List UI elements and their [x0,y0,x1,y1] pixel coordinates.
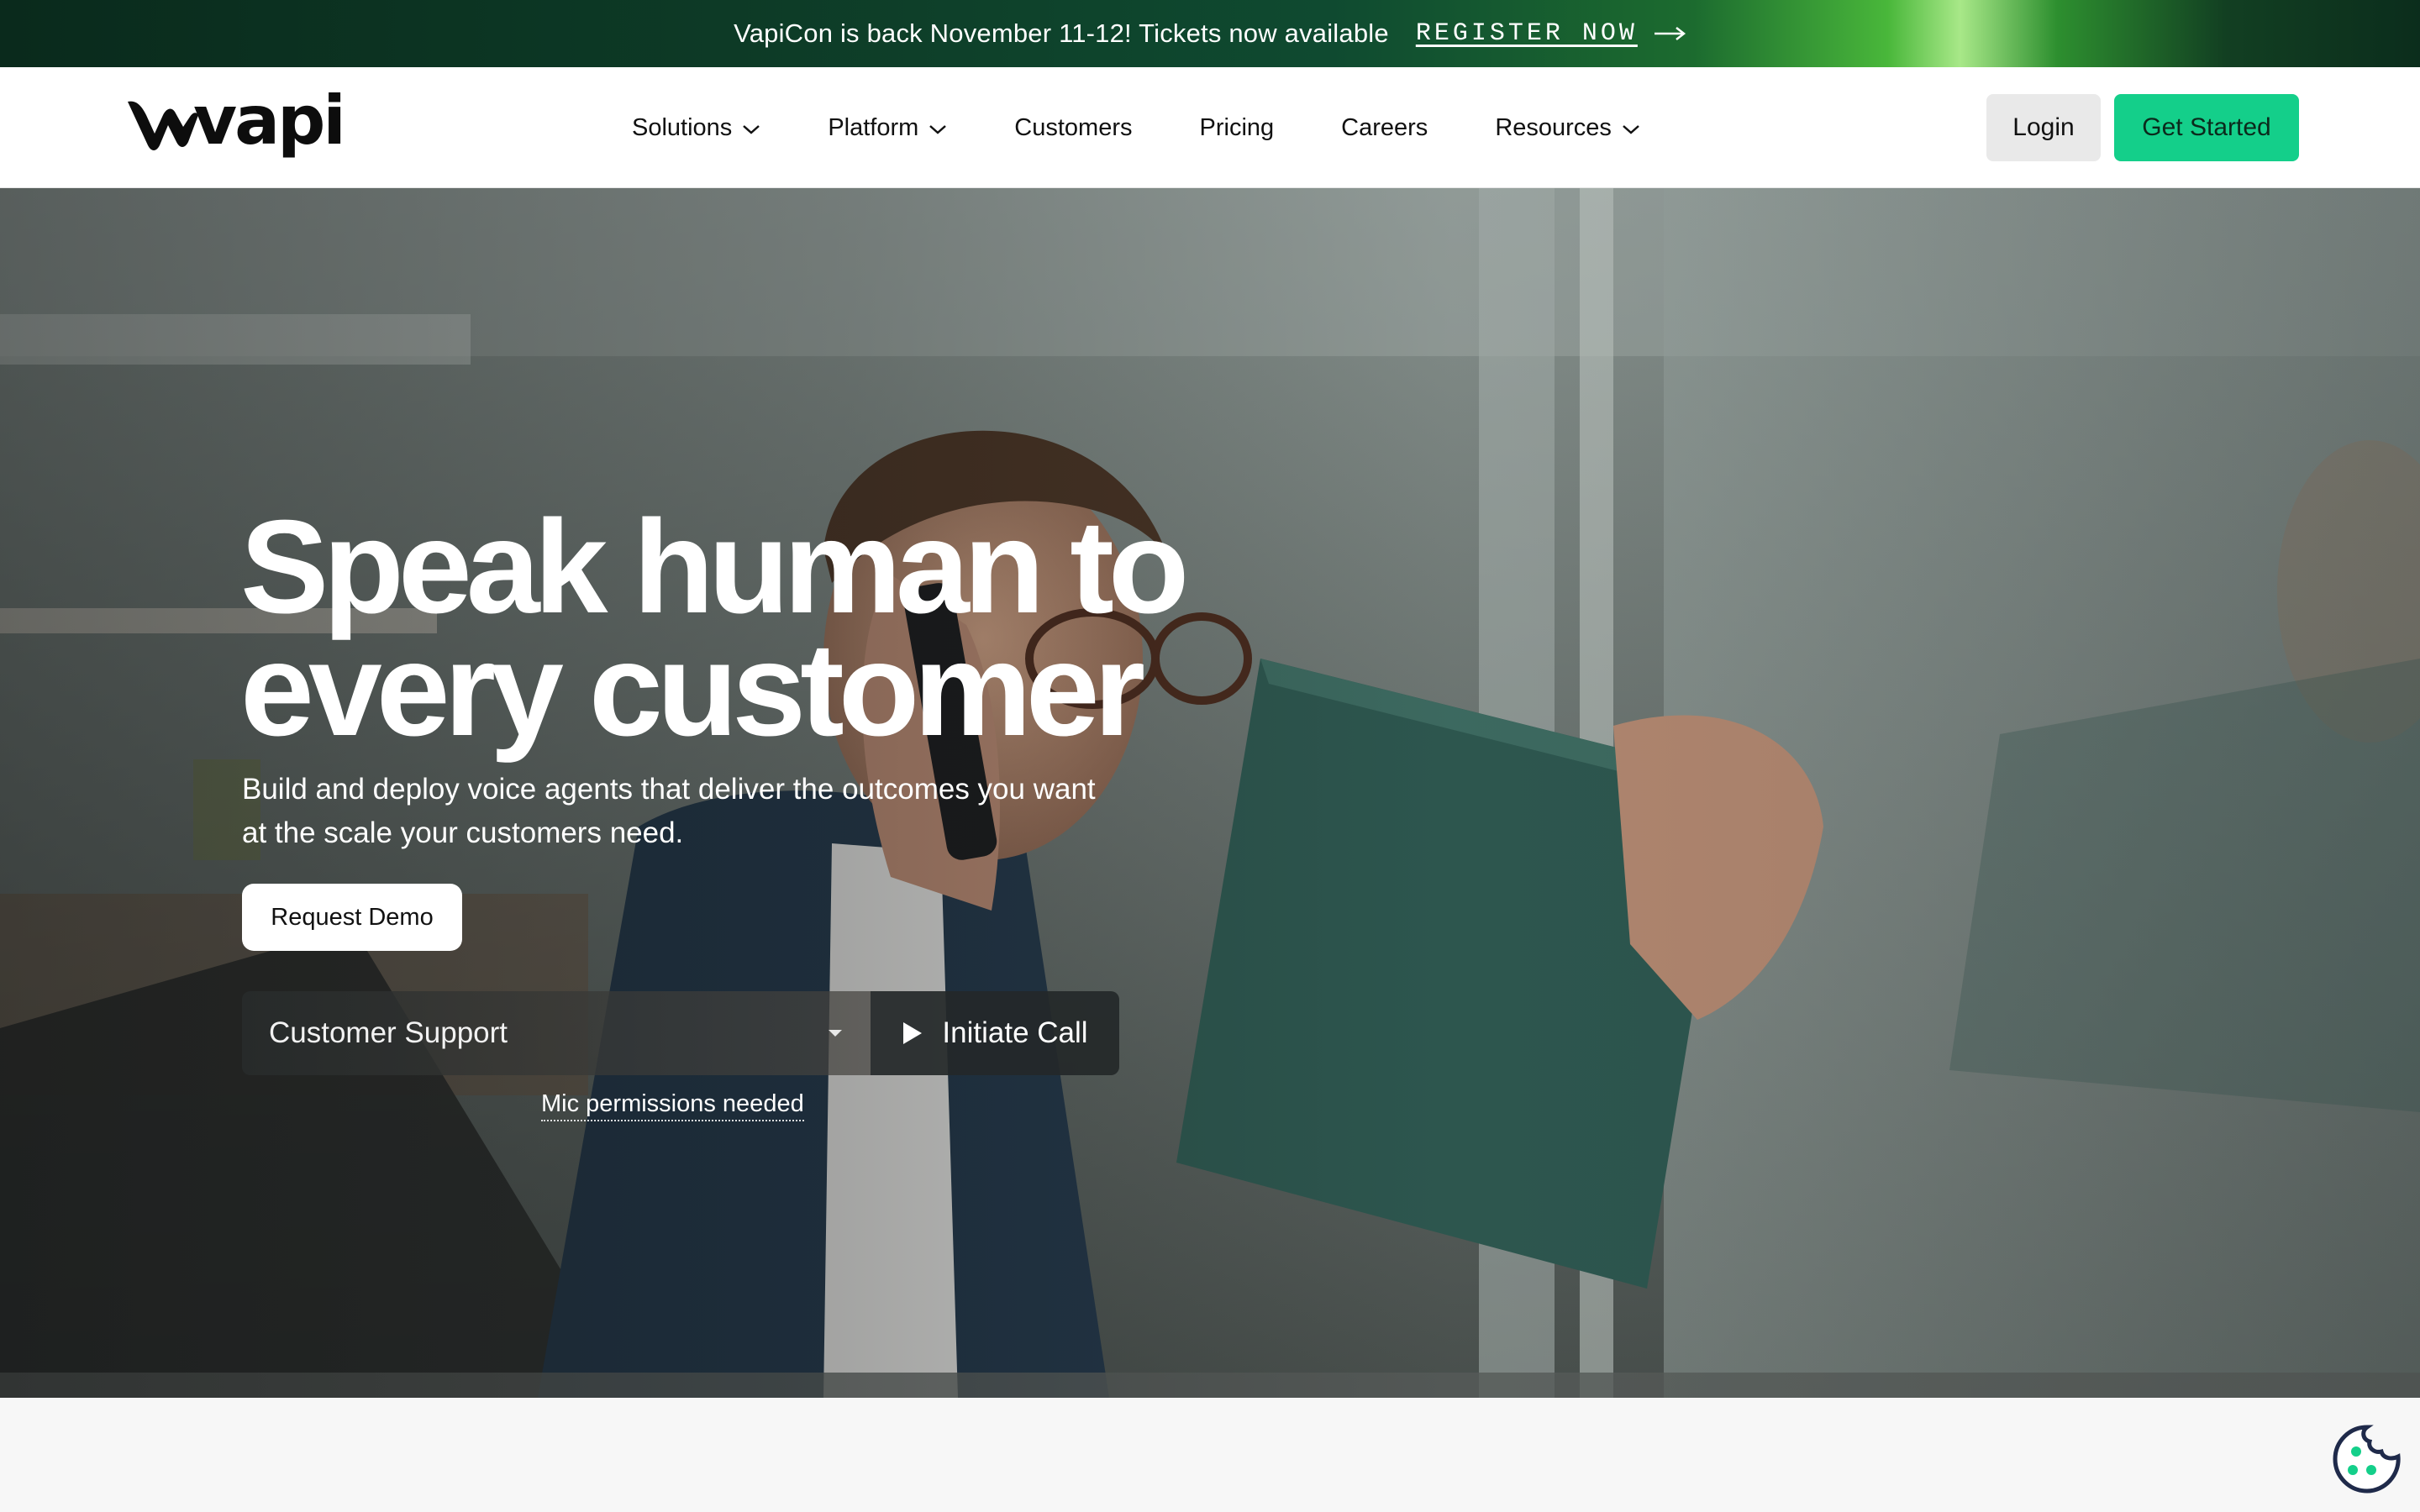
nav-platform[interactable]: Platform [828,114,947,142]
get-started-button[interactable]: Get Started [2114,94,2299,161]
register-now-label: REGISTER NOW [1415,19,1638,48]
initiate-call-label: Initiate Call [942,1016,1088,1049]
mic-permissions-link[interactable]: Mic permissions needed [541,1090,804,1121]
agent-type-value: Customer Support [269,1016,508,1049]
call-widget: Customer Support Initiate Call [242,991,1119,1075]
chevron-down-icon [743,125,760,134]
nav-customers-label: Customers [1014,113,1133,141]
vapi-logo[interactable]: vapi [124,87,346,155]
nav-customers[interactable]: Customers [1014,114,1132,142]
register-now-link[interactable]: REGISTER NOW [1416,19,1686,48]
nav-resources-label: Resources [1495,113,1612,141]
main-menu: Solutions Platform Customers Pricing Car… [632,67,1640,188]
request-demo-button[interactable]: Request Demo [242,884,462,951]
logo-mark-icon [128,101,198,150]
logo-wordmark: vapi [193,81,346,160]
initiate-call-button[interactable]: Initiate Call [871,991,1119,1075]
agent-type-select[interactable]: Customer Support [242,991,871,1075]
nav-careers-label: Careers [1341,113,1428,141]
caret-down-icon [829,1030,842,1037]
hero-title-line1: Speak human to [240,493,1189,641]
nav-pricing[interactable]: Pricing [1200,114,1275,142]
top-navigation: vapi Solutions Platform Customers Pricin… [0,67,2420,188]
cookie-icon[interactable] [2331,1423,2403,1495]
hero-title: Speak human to every customer [240,493,1333,764]
page: VapiCon is back November 11-12! Tickets … [0,0,2420,1512]
arrow-right-icon [1654,27,1686,40]
announcement-text: VapiCon is back November 11-12! Tickets … [734,18,1389,48]
nav-careers[interactable]: Careers [1341,114,1428,142]
nav-solutions[interactable]: Solutions [632,114,760,142]
nav-pricing-label: Pricing [1199,113,1275,141]
hero-subtitle: Build and deploy voice agents that deliv… [242,773,1096,849]
announcement-bar: VapiCon is back November 11-12! Tickets … [0,0,2420,67]
play-icon [903,1022,923,1044]
nav-resources[interactable]: Resources [1495,114,1640,142]
chevron-down-icon [929,125,947,134]
login-button[interactable]: Login [1986,94,2101,161]
hero-section: Speak human to every customer Build and … [0,188,2420,1398]
hero-title-line2: every customer [240,616,1145,764]
below-hero-section [0,1398,2420,1512]
nav-platform-label: Platform [828,113,919,141]
chevron-down-icon [1623,125,1639,134]
nav-solutions-label: Solutions [632,113,733,141]
